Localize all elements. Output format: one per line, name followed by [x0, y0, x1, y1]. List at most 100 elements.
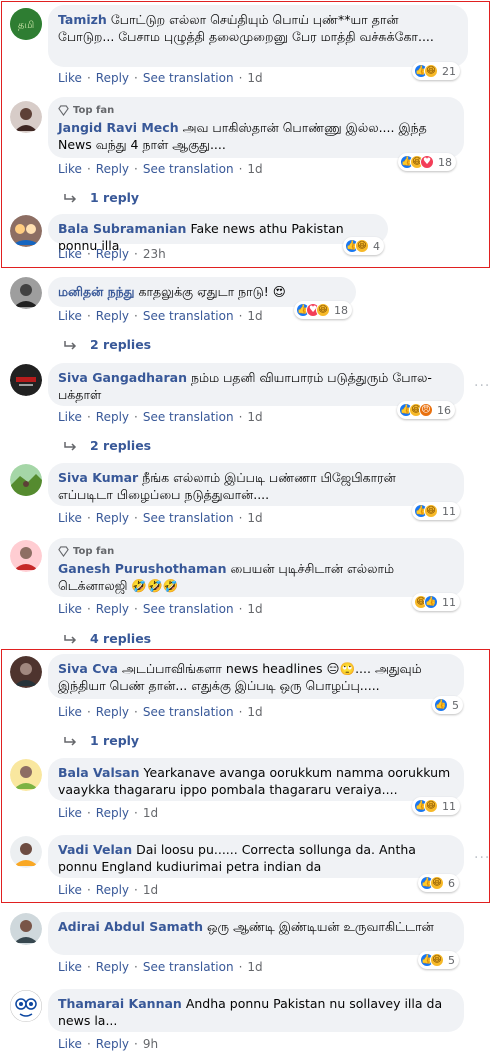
- commenter-name[interactable]: Bala Valsan: [58, 765, 140, 780]
- view-replies-label: 2 replies: [90, 438, 152, 453]
- separator: ·: [238, 410, 243, 424]
- view-replies-link[interactable]: 1 reply: [64, 733, 139, 748]
- reaction-summary[interactable]: 👍 5: [432, 696, 463, 714]
- avatar[interactable]: [10, 101, 42, 133]
- comment-timestamp[interactable]: 1d: [247, 511, 262, 525]
- reply-button[interactable]: Reply: [96, 511, 129, 525]
- top-fan-badge: Top fan: [58, 103, 454, 117]
- avatar[interactable]: [10, 836, 42, 868]
- reaction-summary[interactable]: 👍 😆 ♥ 18: [398, 153, 456, 171]
- like-button[interactable]: Like: [58, 960, 82, 974]
- commenter-name[interactable]: Jangid Ravi Mech: [58, 120, 179, 135]
- avatar[interactable]: [10, 913, 42, 945]
- haha-reaction-icon: 😆: [424, 504, 438, 518]
- svg-text:தமி: தமி: [18, 20, 34, 31]
- comment-timestamp[interactable]: 9h: [143, 1037, 158, 1051]
- like-button[interactable]: Like: [58, 71, 82, 85]
- comment-timestamp[interactable]: 1d: [247, 960, 262, 974]
- comment-timestamp[interactable]: 23h: [143, 247, 166, 261]
- reply-button[interactable]: Reply: [96, 247, 129, 261]
- see-translation-link[interactable]: See translation: [143, 71, 234, 85]
- like-button[interactable]: Like: [58, 806, 82, 820]
- view-replies-link[interactable]: 1 reply: [64, 190, 139, 205]
- reply-button[interactable]: Reply: [96, 1037, 129, 1051]
- commenter-name[interactable]: Adirai Abdul Samath: [58, 919, 203, 934]
- separator: ·: [134, 1037, 138, 1051]
- reaction-summary[interactable]: 👍 ♥ 😆 18: [294, 301, 352, 319]
- like-button[interactable]: Like: [58, 162, 82, 176]
- reply-button[interactable]: Reply: [96, 309, 129, 323]
- commenter-name[interactable]: Bala Subramanian: [58, 221, 186, 236]
- comment-timestamp[interactable]: 1d: [143, 883, 158, 897]
- more-options-icon[interactable]: ···: [474, 850, 490, 866]
- reaction-summary[interactable]: 👍 😆 5: [418, 951, 459, 969]
- reaction-summary[interactable]: 👍 😆 6: [418, 874, 459, 892]
- more-options-icon[interactable]: ···: [474, 378, 490, 394]
- avatar[interactable]: [10, 656, 42, 688]
- reply-button[interactable]: Reply: [96, 806, 129, 820]
- reaction-count: 5: [448, 953, 455, 967]
- reply-button[interactable]: Reply: [96, 71, 129, 85]
- comment-timestamp[interactable]: 1d: [247, 705, 262, 719]
- like-button[interactable]: Like: [58, 247, 82, 261]
- separator: ·: [238, 309, 243, 323]
- like-button[interactable]: Like: [58, 410, 82, 424]
- avatar[interactable]: [10, 990, 42, 1022]
- reaction-summary[interactable]: 👍 😆 11: [412, 797, 460, 815]
- view-replies-link[interactable]: 2 replies: [64, 337, 151, 352]
- like-button[interactable]: Like: [58, 883, 82, 897]
- avatar[interactable]: [10, 215, 42, 247]
- reaction-summary[interactable]: 👍 😆 11: [412, 502, 460, 520]
- love-reaction-icon: ♥: [420, 155, 434, 169]
- see-translation-link[interactable]: See translation: [143, 410, 234, 424]
- comment-timestamp[interactable]: 1d: [143, 806, 158, 820]
- haha-reaction-icon: 😆: [430, 953, 444, 967]
- comment-timestamp[interactable]: 1d: [247, 162, 262, 176]
- view-replies-link[interactable]: 2 replies: [64, 438, 151, 453]
- see-translation-link[interactable]: See translation: [143, 960, 234, 974]
- reply-button[interactable]: Reply: [96, 162, 129, 176]
- reply-button[interactable]: Reply: [96, 705, 129, 719]
- commenter-name[interactable]: Tamizh: [58, 12, 107, 27]
- comment-bubble: Bala Valsan Yearkanave avanga oorukkum na…: [48, 758, 464, 801]
- commenter-name[interactable]: Siva Kumar: [58, 470, 138, 485]
- like-button[interactable]: Like: [58, 602, 82, 616]
- avatar[interactable]: [10, 464, 42, 496]
- commenter-name[interactable]: Ganesh Purushothaman: [58, 561, 226, 576]
- like-button[interactable]: Like: [58, 1037, 82, 1051]
- commenter-name[interactable]: மனிதன் நந்து: [58, 284, 135, 299]
- comment-timestamp[interactable]: 1d: [247, 71, 262, 85]
- comment-timestamp[interactable]: 1d: [247, 309, 262, 323]
- avatar[interactable]: தமி: [10, 8, 42, 40]
- reply-button[interactable]: Reply: [96, 410, 129, 424]
- see-translation-link[interactable]: See translation: [143, 511, 234, 525]
- like-button[interactable]: Like: [58, 705, 82, 719]
- reply-button[interactable]: Reply: [96, 883, 129, 897]
- comment-timestamp[interactable]: 1d: [247, 602, 262, 616]
- reply-button[interactable]: Reply: [96, 960, 129, 974]
- commenter-name[interactable]: Vadi Velan: [58, 842, 132, 857]
- commenter-name[interactable]: Thamarai Kannan: [58, 996, 182, 1011]
- reply-button[interactable]: Reply: [96, 602, 129, 616]
- separator: ·: [238, 705, 243, 719]
- reaction-summary[interactable]: 👍 😆 4: [343, 237, 384, 255]
- avatar[interactable]: [10, 540, 42, 572]
- reaction-summary[interactable]: 👍 😆 21: [412, 62, 460, 80]
- avatar[interactable]: [10, 759, 42, 791]
- avatar[interactable]: [10, 364, 42, 396]
- separator: ·: [134, 511, 138, 525]
- commenter-name[interactable]: Siva Gangadharan: [58, 370, 187, 385]
- comment-timestamp[interactable]: 1d: [247, 410, 262, 424]
- commenter-name[interactable]: Siva Cva: [58, 661, 118, 676]
- view-replies-link[interactable]: 4 replies: [64, 631, 151, 646]
- see-translation-link[interactable]: See translation: [143, 705, 234, 719]
- like-button[interactable]: Like: [58, 511, 82, 525]
- like-button[interactable]: Like: [58, 309, 82, 323]
- reaction-count: 11: [442, 799, 456, 813]
- see-translation-link[interactable]: See translation: [143, 162, 234, 176]
- see-translation-link[interactable]: See translation: [143, 602, 234, 616]
- reaction-summary[interactable]: 😆 👍 11: [412, 593, 460, 611]
- see-translation-link[interactable]: See translation: [143, 309, 234, 323]
- reaction-summary[interactable]: 👍 😆 😠 16: [397, 401, 455, 419]
- avatar[interactable]: [10, 277, 42, 309]
